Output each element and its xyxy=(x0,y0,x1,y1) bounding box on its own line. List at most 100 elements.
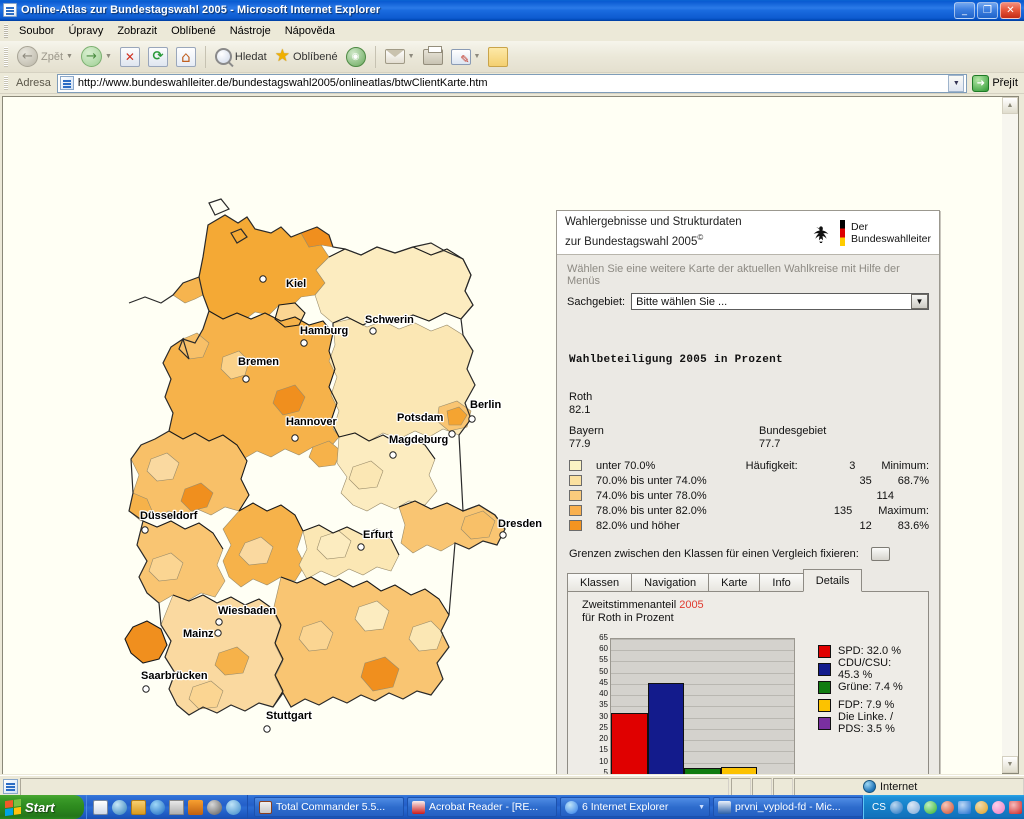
city-marker[interactable] xyxy=(300,339,308,347)
home-button[interactable] xyxy=(172,44,200,70)
tray-icon-play[interactable] xyxy=(923,800,937,814)
chart-gridline xyxy=(611,661,794,663)
internet-explorer-icon[interactable] xyxy=(150,799,165,815)
forward-button[interactable]: → ▼ xyxy=(77,44,116,70)
tray-icon-7[interactable] xyxy=(991,800,1005,814)
media-button[interactable] xyxy=(342,44,370,70)
media-player-icon[interactable] xyxy=(112,799,127,815)
close-button[interactable]: ✕ xyxy=(1000,1,1021,19)
scroll-up-button[interactable]: ▲ xyxy=(1002,97,1018,114)
city-marker[interactable] xyxy=(499,531,507,539)
city-marker[interactable] xyxy=(291,434,299,442)
taskbar-item-acrobat-reader[interactable]: Acrobat Reader - [RE... xyxy=(407,797,557,817)
stop-button[interactable] xyxy=(116,44,144,70)
scrollbar-track[interactable] xyxy=(1002,114,1018,756)
address-grip-handle[interactable] xyxy=(4,76,8,90)
legend-count: 3 xyxy=(849,459,856,472)
menu-item-upravy[interactable]: Úpravy xyxy=(61,23,110,39)
tab-klassen[interactable]: Klassen xyxy=(567,573,633,592)
city-marker[interactable] xyxy=(242,375,250,383)
map-svg: Kiel Hamburg Schwerin Bremen Berlin Potsdam Ha… xyxy=(124,198,543,757)
winamp-icon[interactable] xyxy=(188,799,203,815)
language-indicator[interactable]: CS xyxy=(872,802,886,813)
refresh-button[interactable] xyxy=(144,44,172,70)
chart-container: 05101520253035404550556065 SPD: 32.0 % C… xyxy=(582,634,912,774)
scroll-down-button[interactable]: ▼ xyxy=(1002,756,1018,773)
city-marker[interactable] xyxy=(142,685,150,693)
sachgebiet-select[interactable]: Bitte wählen Sie ... ▼ xyxy=(631,293,929,310)
save-disk-icon[interactable] xyxy=(169,799,184,815)
search-button[interactable]: Hledat xyxy=(211,44,271,70)
address-input[interactable]: http://www.bundeswahlleiter.de/bundestag… xyxy=(56,73,968,93)
page-vertical-scrollbar[interactable]: ▲ ▼ xyxy=(1002,96,1019,774)
mail-button[interactable]: ▼ xyxy=(381,44,419,70)
folder-icon[interactable] xyxy=(131,799,146,815)
city-marker[interactable] xyxy=(263,725,271,733)
state-label: Bayern xyxy=(569,425,604,437)
favorites-button[interactable]: ★ Oblíbené xyxy=(271,44,342,70)
toolbar-grip-handle[interactable] xyxy=(4,46,8,67)
cd-player-icon[interactable] xyxy=(207,799,222,815)
mail-dropdown-icon[interactable]: ▼ xyxy=(408,53,415,60)
city-marker[interactable] xyxy=(389,451,397,459)
print-button[interactable] xyxy=(419,44,447,70)
fix-classes-button[interactable] xyxy=(870,547,890,561)
start-button[interactable]: Start xyxy=(0,795,84,819)
taskbar-item-word-document[interactable]: prvni_vyplod-fd - Mic... xyxy=(713,797,863,817)
chart-title: Zweitstimmenanteil 2005 für Roth in Proz… xyxy=(568,592,928,625)
edit-dropdown-icon[interactable]: ▼ xyxy=(474,53,481,60)
tray-icon-5[interactable] xyxy=(957,800,971,814)
forward-dropdown-icon[interactable]: ▼ xyxy=(105,53,112,60)
tab-info[interactable]: Info xyxy=(759,573,804,592)
legend-row[interactable]: 70.0% bis unter 74.0% 35 68.7% xyxy=(569,473,929,488)
chart-y-tick-label: 55 xyxy=(599,655,608,665)
tray-icon-6[interactable] xyxy=(974,800,988,814)
tray-icon-ati[interactable] xyxy=(1008,800,1022,814)
tab-details[interactable]: Details xyxy=(802,569,863,592)
menu-item-oblibene[interactable]: Oblíbené xyxy=(164,23,223,39)
stop-icon xyxy=(119,46,140,67)
menu-item-soubor[interactable]: Soubor xyxy=(12,23,61,39)
city-marker[interactable] xyxy=(468,415,476,423)
legend-row[interactable]: 78.0% bis unter 82.0% 135 Maximum: xyxy=(569,503,929,518)
security-zone[interactable]: Internet xyxy=(794,777,1024,796)
chevron-down-icon[interactable]: ▼ xyxy=(911,294,928,309)
city-marker[interactable] xyxy=(369,327,377,335)
back-button[interactable]: ← Zpět ▼ xyxy=(13,44,77,70)
city-marker[interactable] xyxy=(141,526,149,534)
minimize-button[interactable]: _ xyxy=(954,1,975,19)
edit-button[interactable]: ▼ xyxy=(447,44,485,70)
address-dropdown-icon[interactable]: ▼ xyxy=(948,74,965,92)
city-marker[interactable] xyxy=(214,629,222,637)
menu-item-zobrazit[interactable]: Zobrazit xyxy=(110,23,164,39)
legend-row[interactable]: 82.0% und höher 12 83.6% xyxy=(569,518,929,533)
back-dropdown-icon[interactable]: ▼ xyxy=(66,53,73,60)
organization-name: Der Bundeswahlleiter xyxy=(851,221,931,245)
tray-icon-2[interactable] xyxy=(906,800,920,814)
taskbar-item-total-commander[interactable]: Total Commander 5.5... xyxy=(254,797,404,817)
chart-y-tick-label: 5 xyxy=(603,767,608,774)
tray-icon-1[interactable] xyxy=(889,800,903,814)
tab-karte[interactable]: Karte xyxy=(708,573,761,592)
tab-navigation[interactable]: Navigation xyxy=(631,573,710,592)
tray-icon-4[interactable] xyxy=(940,800,954,814)
menu-grip-handle[interactable] xyxy=(4,23,8,38)
city-marker[interactable] xyxy=(357,543,365,551)
ie-shortcut-icon[interactable] xyxy=(226,799,241,815)
chart-bar xyxy=(647,683,685,774)
notes-button[interactable] xyxy=(484,44,512,70)
legend-row[interactable]: 74.0% bis unter 78.0% 114 xyxy=(569,488,929,503)
chevron-down-icon[interactable]: ▼ xyxy=(698,804,705,811)
go-button[interactable]: ➜ Přejít xyxy=(970,74,1024,92)
show-desktop-icon[interactable] xyxy=(93,799,108,815)
taskbar-item-internet-explorer-group[interactable]: 6 Internet Explorer ▼ xyxy=(560,797,710,817)
city-marker[interactable] xyxy=(259,275,267,283)
page-icon xyxy=(59,76,74,90)
menu-item-napoveda[interactable]: Nápověda xyxy=(278,23,342,39)
city-marker[interactable] xyxy=(215,618,223,626)
maximize-button[interactable]: ❐ xyxy=(977,1,998,19)
germany-choropleth-map[interactable]: Kiel Hamburg Schwerin Bremen Berlin Potsdam Ha… xyxy=(33,107,543,757)
city-marker[interactable] xyxy=(448,430,456,438)
menu-item-nastroje[interactable]: Nástroje xyxy=(223,23,278,39)
legend-row[interactable]: unter 70.0% Häufigkeit: 3 Minimum: xyxy=(569,458,929,473)
